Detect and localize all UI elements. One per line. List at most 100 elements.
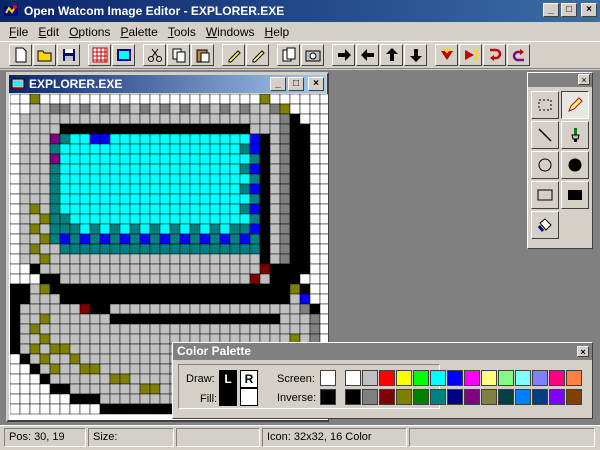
- pixel-cell[interactable]: [309, 113, 321, 125]
- pixel-cell[interactable]: [159, 133, 171, 145]
- undo-pencil-button[interactable]: [222, 44, 245, 66]
- pixel-cell[interactable]: [149, 163, 161, 175]
- pixel-cell[interactable]: [39, 363, 51, 375]
- pixel-cell[interactable]: [269, 263, 281, 275]
- pixel-cell[interactable]: [209, 203, 221, 215]
- pixel-cell[interactable]: [49, 94, 61, 105]
- pixel-cell[interactable]: [159, 343, 171, 355]
- pixel-cell[interactable]: [169, 273, 181, 285]
- pixel-cell[interactable]: [119, 303, 131, 315]
- pixel-cell[interactable]: [119, 293, 131, 305]
- pixel-cell[interactable]: [279, 103, 291, 115]
- pixel-cell[interactable]: [99, 133, 111, 145]
- pixel-cell[interactable]: [269, 163, 281, 175]
- pixel-cell[interactable]: [209, 263, 221, 275]
- pixel-cell[interactable]: [59, 283, 71, 295]
- pixel-cell[interactable]: [239, 183, 251, 195]
- pixel-cell[interactable]: [149, 273, 161, 285]
- pixel-cell[interactable]: [179, 273, 191, 285]
- pixel-cell[interactable]: [209, 143, 221, 155]
- pixel-cell[interactable]: [149, 373, 161, 385]
- pixel-cell[interactable]: [219, 243, 231, 255]
- pixel-cell[interactable]: [19, 233, 31, 245]
- pixel-cell[interactable]: [179, 94, 191, 105]
- pixel-cell[interactable]: [59, 293, 71, 305]
- pixel-cell[interactable]: [289, 213, 301, 225]
- pixel-cell[interactable]: [49, 243, 61, 255]
- palette-color-swatch[interactable]: [345, 389, 361, 405]
- pixel-cell[interactable]: [279, 293, 291, 305]
- pixel-cell[interactable]: [319, 223, 328, 235]
- pixel-cell[interactable]: [319, 173, 328, 185]
- pixel-cell[interactable]: [79, 143, 91, 155]
- pixel-cell[interactable]: [299, 153, 311, 165]
- pixel-cell[interactable]: [59, 403, 71, 415]
- pixel-cell[interactable]: [209, 123, 221, 135]
- pixel-cell[interactable]: [129, 293, 141, 305]
- pixel-cell[interactable]: [239, 273, 251, 285]
- pixel-cell[interactable]: [259, 253, 271, 265]
- pixel-cell[interactable]: [319, 193, 328, 205]
- pixel-cell[interactable]: [109, 353, 121, 365]
- pixel-cell[interactable]: [239, 323, 251, 335]
- pixel-cell[interactable]: [119, 323, 131, 335]
- pixel-cell[interactable]: [179, 323, 191, 335]
- pixel-cell[interactable]: [149, 233, 161, 245]
- pixel-cell[interactable]: [79, 253, 91, 265]
- pixel-cell[interactable]: [129, 253, 141, 265]
- pixel-cell[interactable]: [99, 323, 111, 335]
- pixel-cell[interactable]: [89, 283, 101, 295]
- pixel-cell[interactable]: [10, 303, 21, 315]
- pixel-cell[interactable]: [149, 213, 161, 225]
- pixel-cell[interactable]: [279, 213, 291, 225]
- pixel-cell[interactable]: [39, 243, 51, 255]
- pixel-cell[interactable]: [269, 313, 281, 325]
- pixel-cell[interactable]: [319, 273, 328, 285]
- pixel-cell[interactable]: [59, 373, 71, 385]
- pixel-cell[interactable]: [169, 143, 181, 155]
- pixel-cell[interactable]: [119, 273, 131, 285]
- pixel-cell[interactable]: [129, 303, 141, 315]
- pixel-cell[interactable]: [109, 233, 121, 245]
- pixel-cell[interactable]: [179, 113, 191, 125]
- pixel-cell[interactable]: [229, 223, 241, 235]
- image-close-button[interactable]: ×: [308, 77, 324, 91]
- pixel-cell[interactable]: [10, 163, 21, 175]
- pixel-cell[interactable]: [19, 363, 31, 375]
- pixel-cell[interactable]: [269, 213, 281, 225]
- rectangle-filled-tool[interactable]: [561, 181, 589, 209]
- pixel-cell[interactable]: [89, 163, 101, 175]
- pixel-cell[interactable]: [10, 133, 21, 145]
- pixel-cell[interactable]: [29, 213, 41, 225]
- pixel-cell[interactable]: [159, 103, 171, 115]
- pixel-cell[interactable]: [119, 133, 131, 145]
- pixel-cell[interactable]: [129, 243, 141, 255]
- pixel-cell[interactable]: [59, 273, 71, 285]
- pixel-cell[interactable]: [49, 313, 61, 325]
- pixel-cell[interactable]: [179, 283, 191, 295]
- flip-vertical-button[interactable]: [459, 44, 482, 66]
- pixel-cell[interactable]: [229, 113, 241, 125]
- pixel-cell[interactable]: [139, 103, 151, 115]
- pixel-cell[interactable]: [59, 143, 71, 155]
- pixel-cell[interactable]: [209, 94, 221, 105]
- pixel-cell[interactable]: [299, 243, 311, 255]
- right-fill-color[interactable]: [240, 388, 258, 406]
- palette-color-swatch[interactable]: [481, 370, 497, 386]
- pixel-cell[interactable]: [309, 163, 321, 175]
- pixel-cell[interactable]: [169, 103, 181, 115]
- pixel-cell[interactable]: [39, 143, 51, 155]
- pixel-cell[interactable]: [139, 403, 151, 415]
- pixel-cell[interactable]: [10, 193, 21, 205]
- pixel-cell[interactable]: [279, 233, 291, 245]
- pixel-cell[interactable]: [179, 133, 191, 145]
- pixel-cell[interactable]: [19, 273, 31, 285]
- pixel-cell[interactable]: [309, 273, 321, 285]
- pixel-cell[interactable]: [29, 393, 41, 405]
- pixel-cell[interactable]: [289, 183, 301, 195]
- pixel-cell[interactable]: [139, 393, 151, 405]
- palette-color-swatch[interactable]: [481, 389, 497, 405]
- pixel-cell[interactable]: [19, 113, 31, 125]
- pixel-cell[interactable]: [99, 113, 111, 125]
- pixel-cell[interactable]: [29, 113, 41, 125]
